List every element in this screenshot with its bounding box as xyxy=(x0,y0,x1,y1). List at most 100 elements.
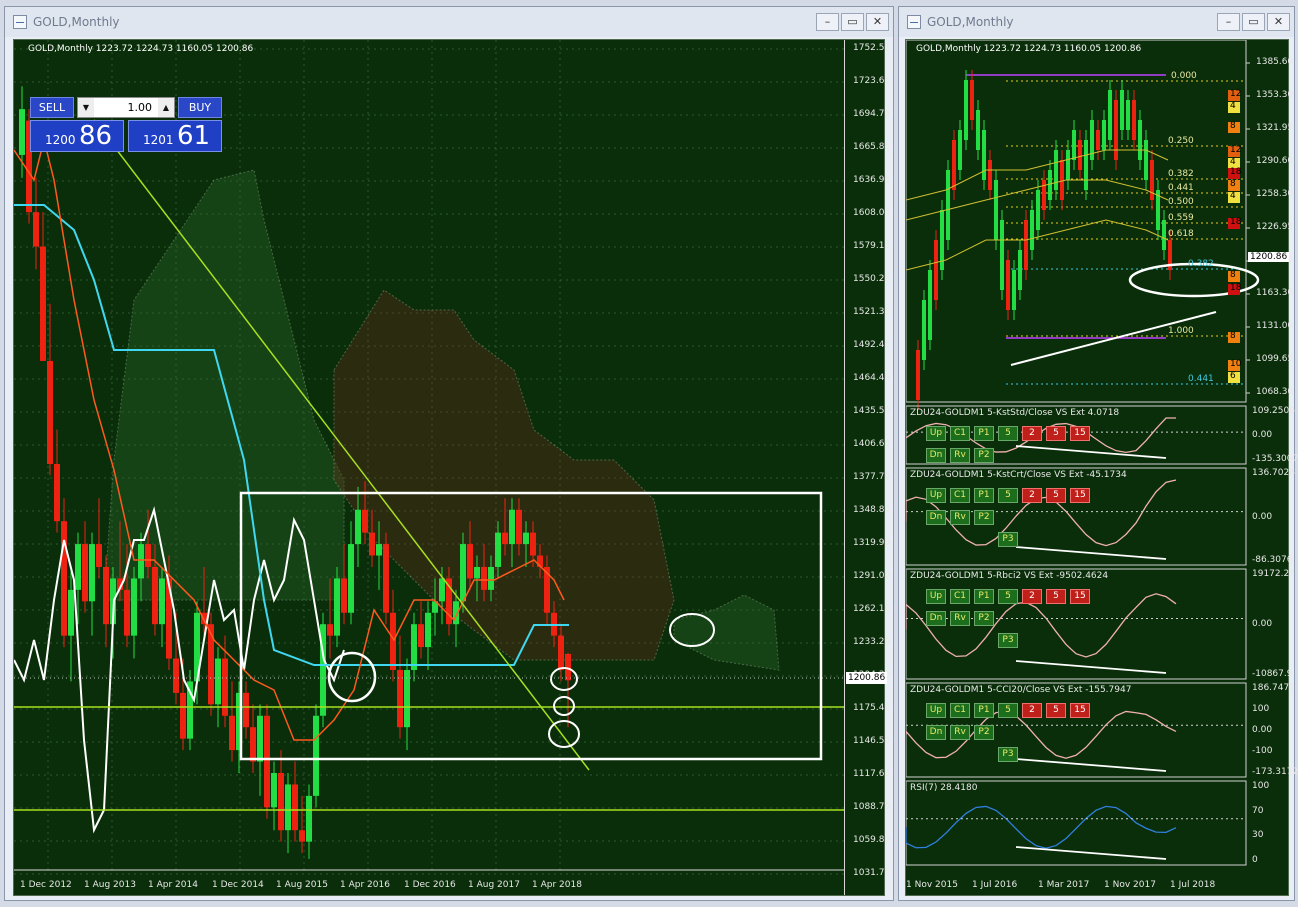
close-button[interactable]: ✕ xyxy=(1267,13,1290,31)
time-axis-label: 1 Dec 2012 xyxy=(20,880,72,890)
minimize-button[interactable]: – xyxy=(1217,13,1240,31)
candle-body xyxy=(952,140,956,190)
indicator-toggle-button[interactable]: 5 xyxy=(1046,589,1066,604)
price-axis-label: 1233.20 xyxy=(853,637,891,647)
candle-body xyxy=(982,130,986,180)
indicator-toggle-button[interactable]: P3 xyxy=(998,633,1018,648)
fib-level-label: 0.441 xyxy=(1188,374,1214,384)
minimize-button[interactable]: – xyxy=(816,13,839,31)
candle-body xyxy=(341,578,347,613)
candle-body xyxy=(1012,270,1016,310)
lot-size-value[interactable]: 1.00 xyxy=(94,98,158,117)
indicator-toggle-button[interactable]: Rv xyxy=(950,448,970,463)
candle-body xyxy=(1102,120,1106,150)
indicator-axis-label: -100 xyxy=(1252,746,1273,756)
indicator-toggle-button[interactable]: Rv xyxy=(950,611,970,626)
left-chart-area[interactable]: 1752.55 1723.65 1694.75 1665.85 1636.95 1608.… xyxy=(13,39,890,896)
indicator-toggle-button[interactable]: P3 xyxy=(998,532,1018,547)
left-chart-window[interactable]: GOLD,Monthly – ▭ ✕ 1752.55 1723.65 1694.75… xyxy=(4,6,894,901)
indicator-toggle-button[interactable]: C1 xyxy=(950,426,970,441)
candle-body xyxy=(988,160,992,190)
time-axis-label: 1 Dec 2014 xyxy=(212,880,264,890)
right-chart-area[interactable]: GOLD,Monthly 1223.72 1224.73 1160.05 120… xyxy=(905,39,1298,896)
indicator-toggle-button[interactable]: C1 xyxy=(950,488,970,503)
indicator-toggle-button[interactable]: P1 xyxy=(974,703,994,718)
candle-body xyxy=(970,80,974,120)
indicator-toggle-button[interactable]: P1 xyxy=(974,426,994,441)
price-axis-label: 1348.80 xyxy=(853,505,891,515)
indicator-toggle-button[interactable]: 15 xyxy=(1070,589,1090,604)
indicator-toggle-button[interactable]: Up xyxy=(926,589,946,604)
price-axis-label: 1131.00 xyxy=(1256,321,1294,331)
candle-body xyxy=(96,544,102,567)
indicator-toggle-button[interactable]: C1 xyxy=(950,703,970,718)
indicator-toggle-button[interactable]: 5 xyxy=(998,488,1018,503)
indicator-toggle-button[interactable]: P2 xyxy=(974,448,994,463)
maximize-button[interactable]: ▭ xyxy=(1242,13,1265,31)
indicator-toggle-button[interactable]: 5 xyxy=(1046,426,1066,441)
sell-price-button[interactable]: 1200 86 xyxy=(30,120,124,152)
indicator-axis-label: 0.00 xyxy=(1252,511,1273,522)
indicator-toggle-button[interactable]: 5 xyxy=(998,589,1018,604)
close-button[interactable]: ✕ xyxy=(866,13,889,31)
indicator-toggle-button[interactable]: 5 xyxy=(998,426,1018,441)
left-price-axis[interactable]: 1752.55 1723.65 1694.75 1665.85 1636.95 1608.… xyxy=(844,40,890,895)
right-chart-window[interactable]: GOLD,Monthly – ▭ ✕ GOLD,Monthly 1223.72 … xyxy=(898,6,1298,901)
left-window-titlebar[interactable]: GOLD,Monthly – ▭ ✕ xyxy=(5,7,893,37)
candle-body xyxy=(327,624,333,636)
lot-size-stepper[interactable]: ▼ 1.00 ▲ xyxy=(77,97,175,118)
buy-price-button[interactable]: 1201 61 xyxy=(128,120,222,152)
indicator-toggle-button[interactable]: P2 xyxy=(974,725,994,740)
indicator-toggle-button[interactable]: 2 xyxy=(1022,426,1042,441)
indicator-toggle-button[interactable]: 15 xyxy=(1070,426,1090,441)
price-axis-label: 1723.65 xyxy=(853,76,891,86)
divergence-line xyxy=(1015,445,1167,459)
indicator-toggle-button[interactable]: C1 xyxy=(950,589,970,604)
indicator-toggle-button[interactable]: 15 xyxy=(1070,703,1090,718)
indicator-toggle-button[interactable]: 2 xyxy=(1022,488,1042,503)
level-badge-label: 10 xyxy=(1230,359,1242,369)
candle-body xyxy=(82,544,88,602)
indicator-toggle-button[interactable]: Dn xyxy=(926,725,946,740)
indicator-toggle-button[interactable]: Dn xyxy=(926,611,946,626)
indicator-toggle-button[interactable]: Up xyxy=(926,426,946,441)
indicator-toggle-button[interactable]: 5 xyxy=(998,703,1018,718)
indicator-toggle-button[interactable]: Rv xyxy=(950,725,970,740)
indicator-toggle-button[interactable]: 5 xyxy=(1046,703,1066,718)
sell-button[interactable]: SELL xyxy=(30,97,74,118)
indicator-toggle-button[interactable]: P1 xyxy=(974,589,994,604)
indicator-toggle-button[interactable]: Rv xyxy=(950,510,970,525)
lot-increase-icon[interactable]: ▲ xyxy=(158,98,174,117)
price-axis-label: 1353.30 xyxy=(1256,90,1294,100)
indicator-axis-label: 100 xyxy=(1252,781,1270,791)
divergence-line xyxy=(1015,758,1167,772)
indicator-toggle-button[interactable]: P1 xyxy=(974,488,994,503)
right-window-titlebar[interactable]: GOLD,Monthly – ▭ ✕ xyxy=(899,7,1294,37)
indicator-toggle-button[interactable]: P2 xyxy=(974,611,994,626)
candle-body xyxy=(1048,170,1052,200)
candle-body xyxy=(1150,160,1154,200)
time-axis-label: 1 Jul 2016 xyxy=(972,880,1018,890)
price-axis-label: 1262.10 xyxy=(853,604,891,614)
price-axis-label: 1550.25 xyxy=(853,274,891,284)
fib-level-label: 0.500 xyxy=(1168,197,1194,207)
indicator-toggle-button[interactable]: Dn xyxy=(926,510,946,525)
maximize-button[interactable]: ▭ xyxy=(841,13,864,31)
candle-body xyxy=(40,246,46,361)
indicator-toggle-button[interactable]: Dn xyxy=(926,448,946,463)
left-price-plot[interactable] xyxy=(14,40,844,895)
indicator-toggle-button[interactable]: 5 xyxy=(1046,488,1066,503)
buy-button[interactable]: BUY xyxy=(178,97,222,118)
candle-body xyxy=(958,130,962,170)
indicator-toggle-button[interactable]: Up xyxy=(926,488,946,503)
time-axis-label: 1 Nov 2015 xyxy=(906,880,958,890)
indicator-toggle-button[interactable]: 15 xyxy=(1070,488,1090,503)
indicator-toggle-button[interactable]: P2 xyxy=(974,510,994,525)
indicator-toggle-button[interactable]: 2 xyxy=(1022,589,1042,604)
indicator-toggle-button[interactable]: Up xyxy=(926,703,946,718)
indicator-toggle-button[interactable]: 2 xyxy=(1022,703,1042,718)
lot-decrease-icon[interactable]: ▼ xyxy=(78,98,94,117)
one-click-trade-panel[interactable]: SELL ▼ 1.00 ▲ BUY 1200 86 1201 61 xyxy=(30,97,222,152)
candle-body xyxy=(33,212,39,247)
indicator-toggle-button[interactable]: P3 xyxy=(998,747,1018,762)
